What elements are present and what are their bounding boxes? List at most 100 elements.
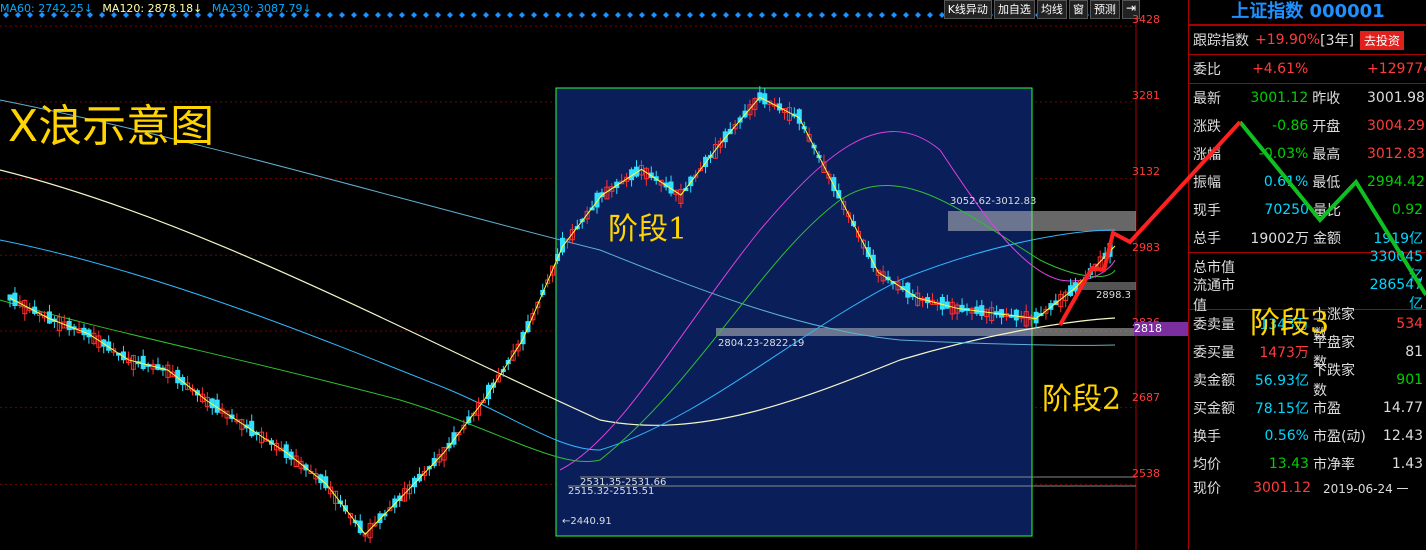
kline-chart-area[interactable]: MA60: 2742.25↓ MA120: 2878.18↓ MA230: 30… bbox=[0, 0, 1188, 550]
kline-anomaly-button[interactable]: K线异动 bbox=[943, 0, 992, 19]
row-label-2: 开盘 bbox=[1312, 119, 1341, 135]
row-value: 56.93亿 bbox=[1254, 373, 1309, 389]
row-label: 总手 bbox=[1193, 231, 1221, 247]
signal-marker bbox=[411, 12, 417, 18]
ma-legend: MA60: 2742.25↓ MA120: 2878.18↓ MA230: 30… bbox=[0, 2, 318, 15]
candle-body bbox=[1013, 309, 1019, 321]
axis-label-2687: 2687 bbox=[1132, 391, 1160, 404]
footer-date: 2019-06-24 一 bbox=[1323, 481, 1409, 496]
row-value: +4.61% bbox=[1252, 61, 1309, 77]
signal-marker bbox=[435, 12, 441, 18]
panel-row: 卖金额 56.93亿 下跌家数 901 bbox=[1189, 363, 1426, 399]
ma230-label: MA230: 3087.79↓ bbox=[211, 2, 312, 15]
ma120-label: MA120: 2878.18↓ bbox=[102, 2, 203, 15]
signal-marker bbox=[363, 12, 369, 18]
candle-body bbox=[979, 305, 985, 316]
row-value: 0.61% bbox=[1263, 174, 1309, 190]
row-value: 3001.12 bbox=[1250, 90, 1309, 106]
signal-marker bbox=[735, 12, 741, 18]
quote-panel: 上证指数 000001 跟踪指数 +19.90% [3年] 去投资 委比 +4.6… bbox=[1188, 0, 1426, 550]
row-value-2: 286547亿 bbox=[1369, 277, 1424, 312]
row-label: 买金额 bbox=[1193, 401, 1235, 417]
row-value: 19002万 bbox=[1250, 231, 1309, 247]
axis-label-2538: 2538 bbox=[1132, 467, 1160, 480]
row-label: 涨跌 bbox=[1193, 119, 1221, 135]
signal-marker bbox=[459, 12, 465, 18]
signal-marker bbox=[867, 12, 873, 18]
ratio-section: 委比 +4.61% +1297748 bbox=[1189, 54, 1426, 83]
row-label: 最新 bbox=[1193, 91, 1221, 107]
row-value-2: +1297748 bbox=[1367, 61, 1426, 77]
invest-button[interactable]: 去投资 bbox=[1359, 30, 1404, 50]
row-label-2: 市盈 bbox=[1312, 401, 1341, 417]
row-value-2: 534 bbox=[1396, 316, 1424, 332]
signal-marker bbox=[795, 12, 801, 18]
candle-body bbox=[140, 355, 146, 370]
row-value: 70250 bbox=[1264, 202, 1309, 218]
signal-marker bbox=[471, 12, 477, 18]
panel-row: 振幅 0.61% 最低 2994.42 bbox=[1189, 168, 1426, 196]
stage2-label: 阶段2 bbox=[1042, 382, 1122, 417]
signal-marker bbox=[699, 12, 705, 18]
row-label: 委买量 bbox=[1193, 345, 1235, 361]
signal-marker bbox=[555, 12, 561, 18]
signal-marker bbox=[447, 12, 453, 18]
footer-value: 3001.12 bbox=[1253, 480, 1311, 496]
row-label-2: 金额 bbox=[1312, 231, 1341, 247]
signal-marker bbox=[351, 12, 357, 18]
window-button[interactable]: 窗 bbox=[1068, 0, 1088, 19]
track-value: +19.90% bbox=[1255, 32, 1321, 48]
row-value-2: 81 bbox=[1405, 344, 1424, 360]
signal-marker bbox=[807, 12, 813, 18]
price-section: 最新 3001.12 昨收 3001.98 涨跌 -0.86 开盘 3004.29 涨幅 -0.0… bbox=[1189, 83, 1426, 252]
low-point-label: ←2440.91 bbox=[562, 516, 612, 527]
resistance-zone bbox=[948, 211, 1136, 231]
signal-marker bbox=[339, 12, 345, 18]
row-label: 总市值 bbox=[1193, 260, 1235, 276]
signal-marker bbox=[903, 12, 909, 18]
signal-marker bbox=[603, 12, 609, 18]
signal-marker bbox=[759, 12, 765, 18]
add-watchlist-button[interactable]: 加自选 bbox=[993, 0, 1035, 19]
row-label: 涨幅 bbox=[1193, 147, 1221, 163]
stage1-label: 阶段1 bbox=[608, 212, 688, 247]
row-value-2: 3004.29 bbox=[1367, 118, 1425, 134]
track-period: [3年] bbox=[1320, 33, 1354, 49]
zone-upper-label: 3052.62-3012.83 bbox=[950, 196, 1037, 207]
signal-marker bbox=[531, 12, 537, 18]
ma60-label: MA60: 2742.25↓ bbox=[0, 2, 93, 15]
panel-title: 上证指数 000001 bbox=[1189, 0, 1426, 25]
ma-button[interactable]: 均线 bbox=[1036, 0, 1067, 19]
row-value: 0.56% bbox=[1264, 428, 1309, 444]
kline-chart[interactable] bbox=[0, 0, 1188, 550]
footer-row: 现价 3001.12 2019-06-24 一 bbox=[1189, 478, 1426, 498]
footer-label: 现价 bbox=[1193, 481, 1221, 497]
row-label-2: 最高 bbox=[1312, 147, 1341, 163]
row-value: 1473万 bbox=[1259, 345, 1309, 361]
signal-marker bbox=[783, 12, 789, 18]
row-value-2: 12.43 bbox=[1382, 428, 1424, 444]
zone-low2-label: 2515.32-2515.51 bbox=[568, 486, 655, 497]
chart-title: X浪示意图 bbox=[8, 101, 215, 152]
signal-marker bbox=[651, 12, 657, 18]
signal-marker bbox=[891, 12, 897, 18]
signal-marker bbox=[915, 12, 921, 18]
row-value-2: 901 bbox=[1396, 372, 1424, 388]
signal-marker bbox=[579, 12, 585, 18]
panel-row: 均价 13.43 市净率 1.43 bbox=[1189, 450, 1426, 478]
forecast-button[interactable]: 预测 bbox=[1089, 0, 1120, 19]
signal-marker bbox=[399, 12, 405, 18]
signal-marker bbox=[387, 12, 393, 18]
signal-marker bbox=[615, 12, 621, 18]
row-label: 卖金额 bbox=[1193, 373, 1235, 389]
axis-label-3281: 3281 bbox=[1132, 89, 1160, 102]
row-label: 委卖量 bbox=[1193, 317, 1235, 333]
candle-body bbox=[939, 296, 945, 310]
row-label: 振幅 bbox=[1193, 175, 1221, 191]
signal-marker bbox=[591, 12, 597, 18]
signal-marker bbox=[423, 12, 429, 18]
signal-marker bbox=[831, 12, 837, 18]
axis-label-2983: 2983 bbox=[1132, 241, 1160, 254]
right-price-label: 2898.3 bbox=[1096, 290, 1131, 301]
row-label-2: 市盈(动) bbox=[1312, 429, 1366, 445]
